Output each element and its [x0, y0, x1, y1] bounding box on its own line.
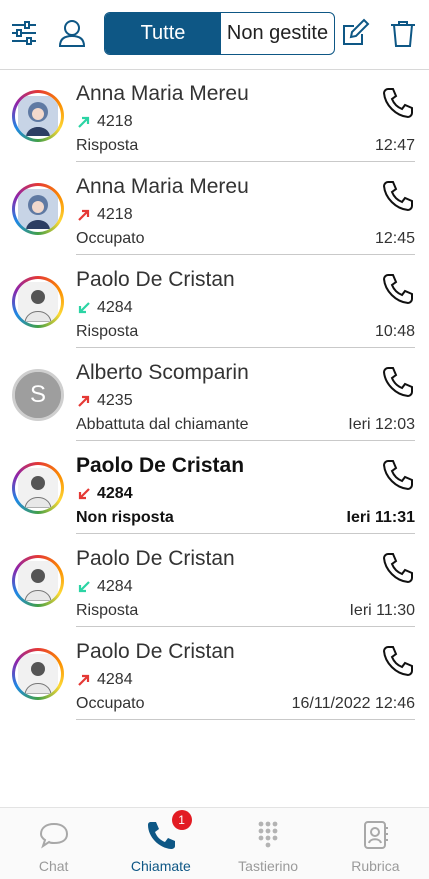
- incoming-arrow-icon: [78, 581, 90, 593]
- call-row[interactable]: Anna Maria Mereu 4218 Risposta 12:47: [0, 70, 429, 163]
- call-time: Ieri 12:03: [348, 416, 415, 433]
- avatar-initial: S: [15, 372, 61, 418]
- caller-extension: 4218: [97, 206, 133, 223]
- call-phone-icon[interactable]: [381, 365, 415, 399]
- caller-extension: 4218: [97, 113, 133, 130]
- tab-tutte[interactable]: Tutte: [105, 13, 221, 54]
- outgoing-arrow-icon: [78, 209, 90, 221]
- contacts-book-icon: [364, 821, 389, 849]
- trash-icon[interactable]: [386, 16, 420, 50]
- call-time: Ieri 11:30: [349, 602, 415, 619]
- avatar: [12, 183, 64, 235]
- outgoing-arrow-icon: [78, 116, 90, 128]
- call-status: Risposta: [76, 137, 139, 154]
- call-row[interactable]: Anna Maria Mereu 4218 Occupato 12:45: [0, 163, 429, 256]
- person-avatar-icon: [18, 561, 58, 601]
- tab-non-gestite[interactable]: Non gestite: [221, 13, 334, 54]
- nav-label-chat: Chat: [38, 858, 69, 874]
- nav-tastierino[interactable]: Tastierino: [215, 808, 322, 879]
- call-phone-icon[interactable]: [381, 179, 415, 213]
- call-time: 12:47: [374, 137, 415, 154]
- caller-name: Alberto Scomparin: [76, 361, 249, 384]
- call-phone-icon[interactable]: [381, 86, 415, 120]
- call-phone-icon[interactable]: [381, 458, 415, 492]
- outgoing-arrow-icon: [78, 674, 90, 686]
- caller-extension: 4235: [97, 392, 133, 409]
- outgoing-arrow-icon: [78, 395, 90, 407]
- person-avatar-icon: [18, 654, 58, 694]
- call-time: Ieri 11:31: [346, 509, 416, 526]
- missed-calls-badge: 1: [171, 810, 192, 830]
- avatar: [12, 90, 64, 142]
- call-row[interactable]: S Alberto Scomparin 4235 Abbattuta dal c…: [0, 349, 429, 442]
- call-time: 16/11/2022 12:46: [291, 695, 415, 712]
- caller-extension: 4284: [97, 485, 133, 502]
- phone-icon: [147, 822, 175, 849]
- nav-chat[interactable]: Chat: [0, 808, 107, 879]
- avatar: [12, 462, 64, 514]
- caller-extension: 4284: [97, 671, 133, 688]
- call-time: 12:45: [374, 230, 415, 247]
- anime-avatar-icon: [18, 189, 58, 229]
- edit-icon[interactable]: [338, 16, 372, 50]
- caller-name: Anna Maria Mereu: [76, 82, 249, 105]
- avatar: [12, 276, 64, 328]
- call-status: Abbattuta dal chiamante: [76, 416, 249, 433]
- call-phone-icon[interactable]: [381, 551, 415, 585]
- top-bar: Tutte Non gestite: [0, 0, 429, 70]
- call-phone-icon[interactable]: [381, 272, 415, 306]
- call-status: Occupato: [76, 695, 145, 712]
- person-avatar-icon: [18, 468, 58, 508]
- nav-rubrica[interactable]: Rubrica: [322, 808, 429, 879]
- call-status: Risposta: [76, 602, 139, 619]
- avatar: S: [12, 369, 64, 421]
- caller-name: Paolo De Cristan: [76, 268, 235, 291]
- person-avatar-icon: [18, 282, 58, 322]
- nav-chiamate[interactable]: 1 Chiamate: [107, 808, 214, 879]
- avatar: [12, 648, 64, 700]
- nav-label-tastierino: Tastierino: [238, 858, 299, 874]
- call-time: 10:48: [374, 323, 415, 340]
- call-row[interactable]: Paolo De Cristan 4284 Non risposta Ieri …: [0, 442, 429, 535]
- call-list: Anna Maria Mereu 4218 Risposta 12:47 Ann…: [0, 70, 429, 721]
- caller-name: Paolo De Cristan: [76, 547, 235, 570]
- chat-bubble-icon: [39, 822, 68, 849]
- caller-name: Paolo De Cristan: [76, 454, 245, 477]
- caller-extension: 4284: [97, 299, 133, 316]
- call-status: Risposta: [76, 323, 139, 340]
- call-row[interactable]: Paolo De Cristan 4284 Risposta Ieri 11:3…: [0, 535, 429, 628]
- caller-name: Anna Maria Mereu: [76, 175, 249, 198]
- call-row[interactable]: Paolo De Cristan 4284 Occupato 16/11/202…: [0, 628, 429, 721]
- call-phone-icon[interactable]: [381, 644, 415, 678]
- incoming-arrow-icon: [78, 302, 90, 314]
- caller-name: Paolo De Cristan: [76, 640, 235, 663]
- anime-avatar-icon: [18, 96, 58, 136]
- incoming-arrow-icon: [78, 488, 90, 500]
- keypad-icon: [258, 821, 278, 848]
- bottom-nav: Chat 1 Chiamate Tastierino Rubrica: [0, 807, 429, 879]
- caller-extension: 4284: [97, 578, 133, 595]
- nav-label-chiamate: Chiamate: [130, 858, 191, 874]
- user-icon[interactable]: [55, 16, 89, 50]
- avatar: [12, 555, 64, 607]
- call-status: Non risposta: [76, 509, 174, 526]
- filter-sliders-icon[interactable]: [7, 16, 41, 50]
- call-status: Occupato: [76, 230, 145, 247]
- call-row[interactable]: Paolo De Cristan 4284 Risposta 10:48: [0, 256, 429, 349]
- call-filter-segmented: Tutte Non gestite: [104, 12, 335, 55]
- nav-label-rubrica: Rubrica: [351, 858, 400, 874]
